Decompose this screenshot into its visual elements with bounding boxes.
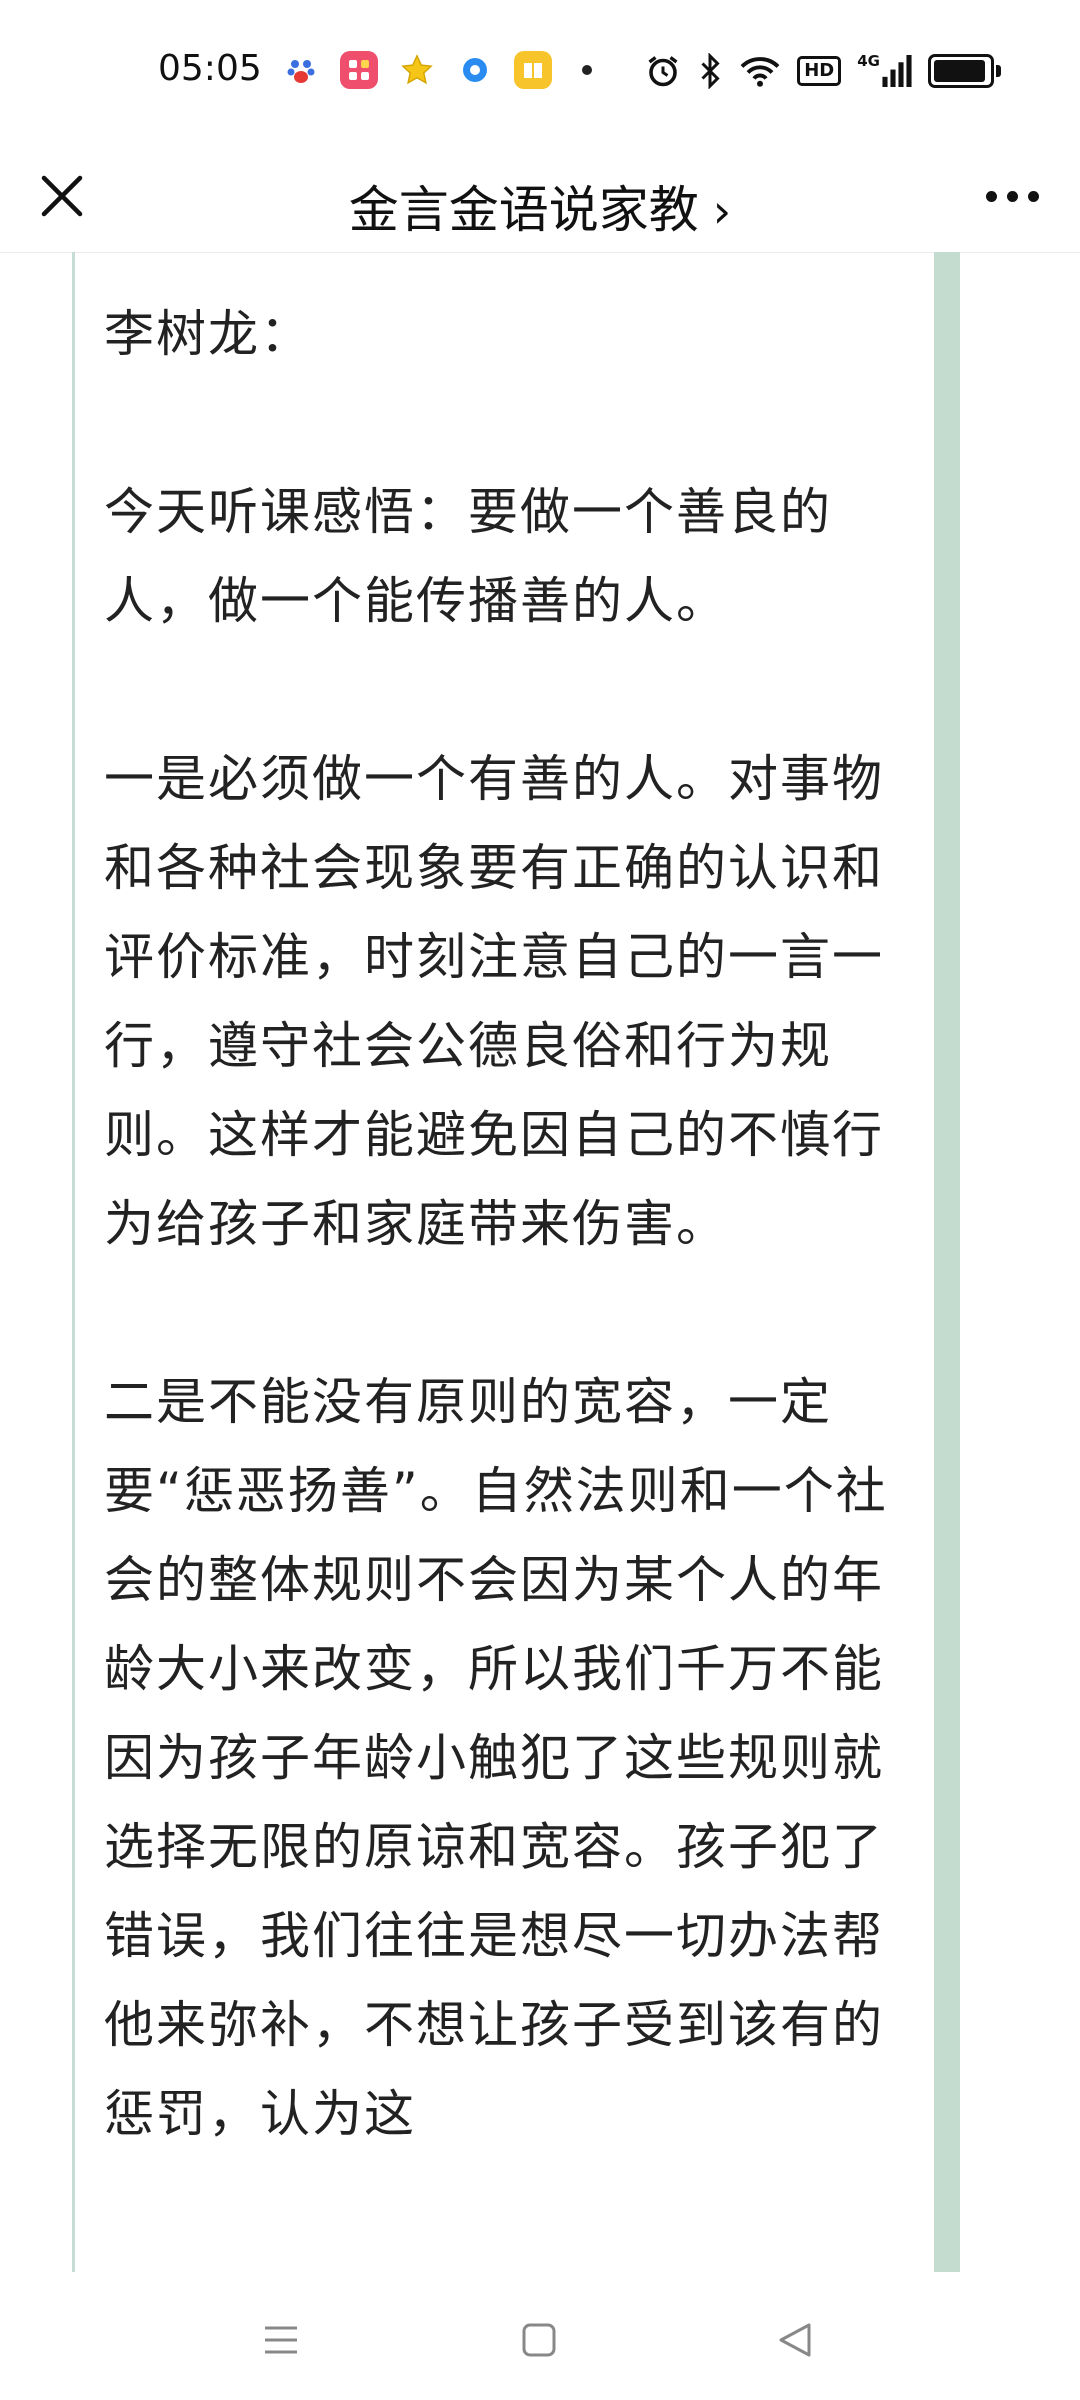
system-status-icons: HD 4G <box>645 48 1001 94</box>
menu-button[interactable] <box>246 2312 316 2368</box>
book-icon <box>514 51 552 89</box>
left-border <box>72 252 75 2272</box>
author-line: 李树龙： <box>104 305 312 363</box>
baidu-icon <box>282 51 320 89</box>
back-triangle-icon <box>779 2323 811 2357</box>
back-button[interactable] <box>760 2312 830 2368</box>
paragraph: 二是不能没有原则的宽容，一定要“惩恶扬善”。自然法则和一个社会的整体规则不会因为… <box>104 1373 888 2143</box>
hd-icon: HD <box>797 52 842 90</box>
more-icon <box>985 190 997 202</box>
system-navigation-bar <box>0 2272 1080 2400</box>
more-notifications-dot <box>582 65 592 75</box>
star-icon <box>398 51 436 89</box>
article-content: 李树龙： 今天听课感悟：要做一个善良的人，做一个能传播善的人。 一是必须做一个有… <box>72 252 960 2272</box>
paragraph: 一是必须做一个有善的人。对事物和各种社会现象要有正确的认识和评价标准，时刻注意自… <box>104 750 884 1253</box>
title-bar: 金言金语说家教 › <box>0 140 1080 253</box>
accent-bar <box>934 252 960 2272</box>
home-square-icon <box>522 2323 556 2357</box>
bluetooth-icon <box>697 52 723 90</box>
cellular-signal-icon: 4G <box>857 52 912 90</box>
alarm-icon <box>645 52 681 90</box>
chevron-right-icon: › <box>712 184 732 238</box>
browser-icon <box>456 51 494 89</box>
page-title: 金言金语说家教 <box>348 181 699 239</box>
paragraph: 今天听课感悟：要做一个善良的人，做一个能传播善的人。 <box>104 483 832 630</box>
battery-icon <box>928 52 1001 90</box>
page-title-link[interactable]: 金言金语说家教 › <box>0 170 1080 242</box>
status-bar: 05:05 HD 4G <box>0 0 1080 140</box>
wifi-icon <box>739 52 781 90</box>
home-button[interactable] <box>504 2312 574 2368</box>
more-options-button[interactable] <box>972 164 1052 228</box>
article-body: 李树龙： 今天听课感悟：要做一个善良的人，做一个能传播善的人。 一是必须做一个有… <box>104 252 914 2159</box>
notification-icons <box>282 48 592 92</box>
app-grid-icon <box>340 51 378 89</box>
status-time: 05:05 <box>158 48 262 89</box>
menu-icon <box>265 2326 297 2354</box>
